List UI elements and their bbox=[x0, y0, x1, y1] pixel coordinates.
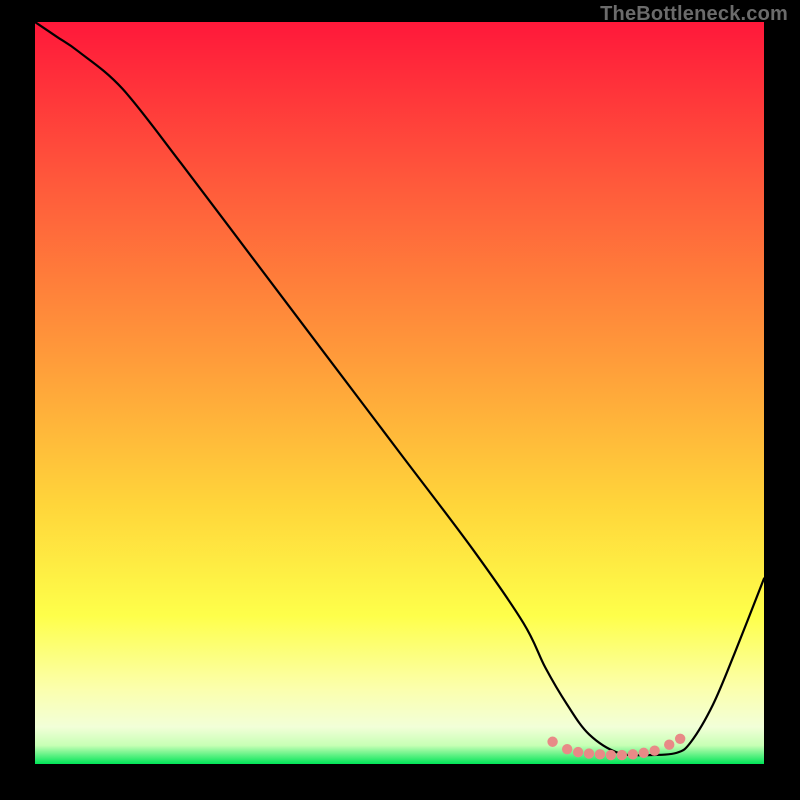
marker-dot bbox=[664, 740, 674, 750]
marker-dot bbox=[649, 745, 659, 755]
marker-dot bbox=[639, 748, 649, 758]
marker-dot bbox=[595, 749, 605, 759]
gradient-background bbox=[35, 22, 764, 764]
marker-dot bbox=[547, 737, 557, 747]
chart-container: TheBottleneck.com bbox=[0, 0, 800, 800]
watermark-text: TheBottleneck.com bbox=[600, 3, 788, 26]
plot-area bbox=[35, 22, 764, 764]
marker-dot bbox=[628, 749, 638, 759]
marker-dot bbox=[617, 750, 627, 760]
marker-dot bbox=[606, 750, 616, 760]
marker-dot bbox=[675, 734, 685, 744]
marker-dot bbox=[584, 748, 594, 758]
marker-dot bbox=[573, 747, 583, 757]
plot-svg bbox=[35, 22, 764, 764]
marker-dot bbox=[562, 744, 572, 754]
